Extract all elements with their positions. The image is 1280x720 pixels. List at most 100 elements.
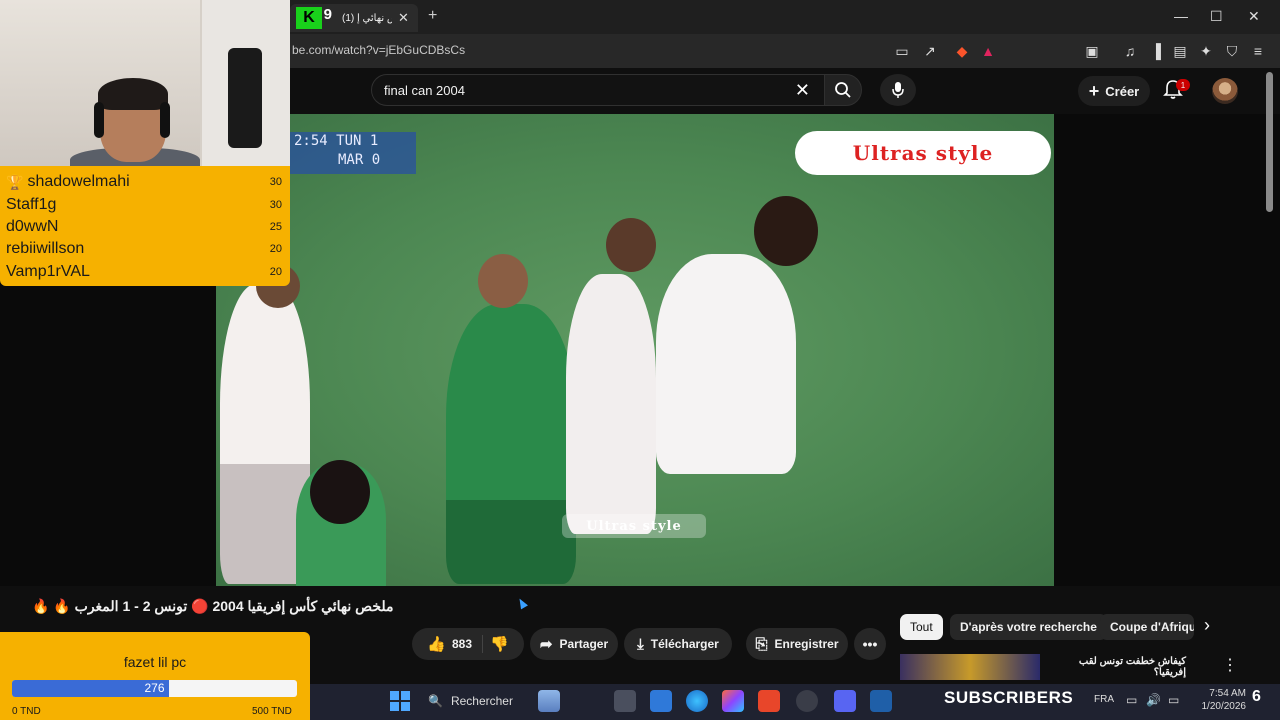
chip-all[interactable]: Tout — [900, 614, 943, 640]
more-horizontal-icon: ••• — [862, 636, 878, 652]
plus-icon: + — [1088, 80, 1100, 101]
score-clock: 2:54 — [294, 133, 328, 149]
menu-icon[interactable]: ≡ — [1248, 42, 1268, 60]
player-figure — [754, 196, 818, 266]
maximize-icon[interactable]: ☐ — [1210, 8, 1223, 25]
media-icon[interactable]: ♫ — [1120, 42, 1140, 60]
ultras-style-caption: Ultras style — [562, 514, 706, 538]
edge-icon[interactable] — [686, 690, 708, 712]
task-view-icon[interactable] — [614, 690, 636, 712]
mouse-cursor-icon — [516, 596, 528, 610]
app-icon[interactable] — [538, 690, 560, 712]
clock-date[interactable]: 1/20/2026 — [1196, 701, 1247, 712]
leaderboard-panel: 🏆 shadowelmahi 30 Staff1g 30 d0wwN 25 reb… — [0, 166, 290, 286]
minimize-icon[interactable]: — — [1174, 8, 1188, 24]
leaderboard-name-text: shadowelmahi — [27, 173, 130, 191]
account-avatar[interactable] — [1212, 78, 1238, 104]
tab-favicon: 9K — [296, 6, 332, 29]
share-button[interactable]: ➦ Partager — [530, 628, 618, 660]
chip-related-search[interactable]: D'après votre recherche — [950, 614, 1107, 640]
recommendation-thumbnail[interactable] — [900, 654, 1040, 680]
player-figure — [446, 304, 576, 584]
browser-tab[interactable]: 9K (1) ملخص نهائي إ ✕ — [290, 4, 418, 32]
thumbs-down-icon: 👎 — [490, 636, 509, 653]
copilot-icon[interactable] — [722, 690, 744, 712]
thumbs-up-icon: 👍 — [427, 636, 446, 653]
tab-badge-count: 9 — [323, 6, 332, 23]
clock-time[interactable]: 7:54 AM — [1206, 688, 1246, 699]
brave-shield-icon[interactable]: ◆ — [952, 42, 972, 60]
new-tab-icon[interactable]: + — [428, 7, 437, 25]
more-actions-button[interactable]: ••• — [854, 628, 886, 660]
create-button[interactable]: + Créer — [1078, 76, 1150, 106]
tab-close-icon[interactable]: ✕ — [398, 10, 409, 26]
create-label: Créer — [1105, 83, 1140, 99]
headset — [160, 102, 170, 138]
store-icon[interactable] — [650, 690, 672, 712]
leaderboard-row: Vamp1rVAL 20 — [6, 261, 284, 283]
webcam-overlay — [0, 0, 290, 166]
page-scrollbar[interactable] — [1266, 72, 1273, 212]
sidebar-icon[interactable]: ▐ — [1146, 42, 1166, 60]
share-icon: ➦ — [539, 636, 553, 653]
leaderboard-name: rebiiwillson — [6, 240, 85, 258]
leaderboard-points: 20 — [269, 243, 282, 256]
brave-browser-icon[interactable] — [758, 690, 780, 712]
taskbar-search[interactable]: 🔍 Rechercher — [420, 688, 600, 714]
leaderboard-points: 25 — [269, 220, 282, 233]
download-button[interactable]: ⤓ Télécharger — [624, 628, 732, 660]
leaderboard-points: 30 — [269, 198, 282, 211]
reader-mode-icon[interactable]: ▣ — [1082, 42, 1102, 60]
chip-coupe-afrique[interactable]: Coupe d'Afriqu — [1100, 614, 1194, 640]
goal-current-value: 276 — [144, 681, 165, 695]
player-figure — [606, 218, 656, 272]
voice-search-button[interactable] — [880, 74, 916, 106]
leaderboard-row: d0wwN 25 — [6, 216, 284, 238]
leaderboard-row: Staff1g 30 — [6, 193, 284, 215]
rewards-icon[interactable]: ▲ — [978, 42, 998, 60]
ai-icon[interactable]: ✦ — [1196, 42, 1216, 60]
search-icon — [835, 82, 851, 98]
ultras-style-watermark: Ultras style — [795, 131, 1051, 175]
like-dislike-group: 👍 883 👎 — [412, 628, 524, 660]
goal-min-label: 0 TND — [12, 706, 41, 717]
discord-icon[interactable] — [834, 690, 856, 712]
score-team1: TUN 1 — [336, 133, 379, 149]
player-figure — [478, 254, 528, 308]
chevron-right-icon[interactable]: › — [1204, 615, 1210, 636]
battery-icon[interactable]: ▭ — [1168, 693, 1179, 707]
search-input[interactable] — [384, 82, 774, 98]
video-title: ملخص نهائي كأس إفريقيا 2004 🔴 تونس 2 - 1… — [32, 598, 394, 614]
obs-icon[interactable] — [796, 690, 818, 712]
share-label: Partager — [559, 637, 609, 651]
search-button[interactable] — [824, 74, 862, 106]
subscribers-overlay: SUBSCRIBERS — [944, 688, 1074, 707]
leaderboard-name: Vamp1rVAL — [6, 262, 90, 280]
trophy-icon: 🏆 — [6, 173, 24, 190]
like-button[interactable]: 👍 883 — [427, 635, 484, 653]
close-window-icon[interactable]: ✕ — [1248, 8, 1260, 25]
vpn-icon[interactable]: ⛉ — [1222, 42, 1242, 60]
search-icon: 🔍 — [428, 694, 443, 708]
notification-center-count[interactable]: 6 — [1252, 688, 1261, 706]
cast-icon[interactable]: ▭ — [892, 42, 912, 60]
leaderboard-points: 30 — [269, 176, 282, 189]
language-indicator[interactable]: FRA — [1094, 694, 1114, 705]
share-page-icon[interactable]: ↗ — [920, 42, 940, 60]
wallet-icon[interactable]: ▤ — [1170, 42, 1190, 60]
windows-start-icon[interactable] — [390, 691, 410, 711]
goal-max-label: 500 TND — [252, 706, 292, 717]
monitor-icon[interactable]: ▭ — [1126, 693, 1137, 707]
volume-icon[interactable]: 🔊 — [1146, 693, 1161, 707]
more-vertical-icon[interactable]: ⋮ — [1222, 655, 1238, 675]
score-team2: MAR 0 — [338, 152, 381, 168]
clear-search-icon[interactable]: ✕ — [795, 80, 810, 101]
url-field[interactable]: be.com/watch?v=jEbGuCDBsCs — [292, 43, 465, 57]
webcam-background — [228, 48, 262, 148]
recommendation-title[interactable]: كيفاش خطفت تونس لقب إفريقيا؟ — [1046, 656, 1186, 678]
leaderboard-name: Staff1g — [6, 195, 57, 213]
dislike-button[interactable]: 👎 — [490, 635, 509, 653]
app-icon[interactable] — [870, 690, 892, 712]
search-box[interactable]: ✕ — [371, 74, 825, 106]
save-button[interactable]: ⎘ Enregistrer — [746, 628, 848, 660]
